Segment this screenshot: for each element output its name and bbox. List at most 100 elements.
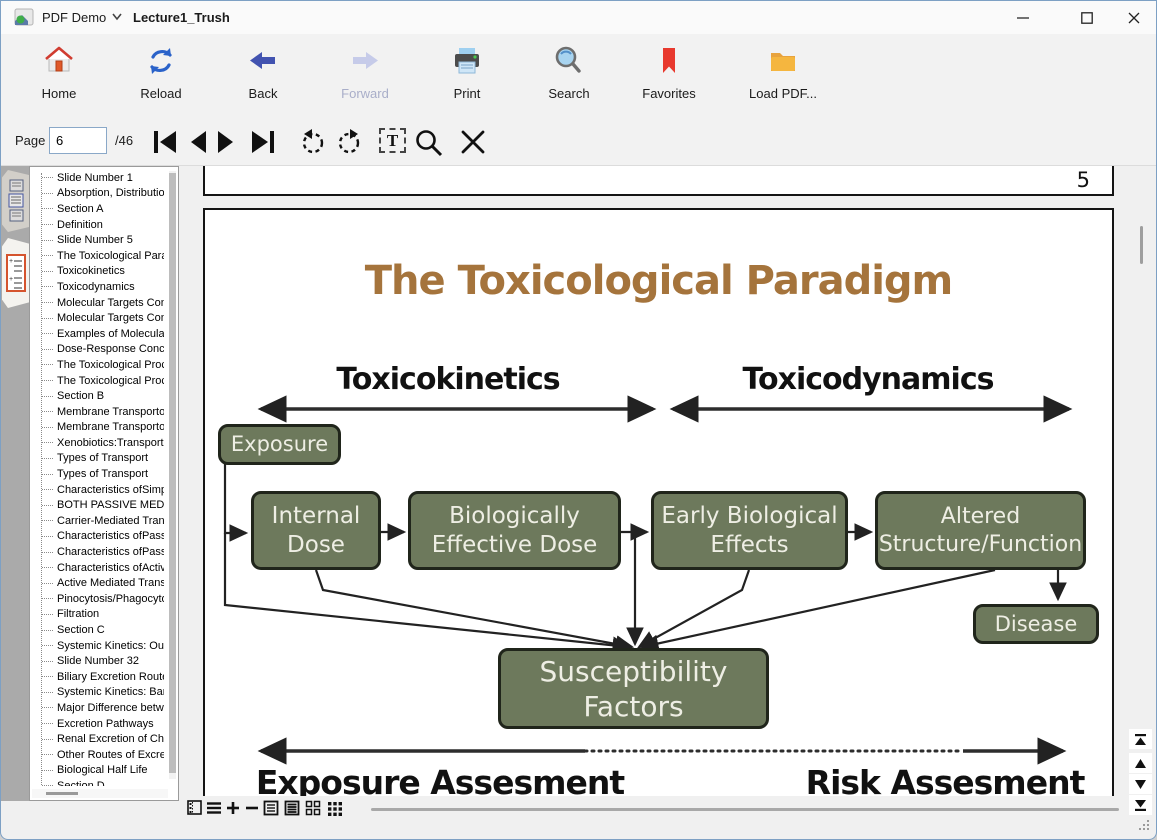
bookmark-item[interactable]: Dose-Response Conce [36,342,164,358]
scroll-up-button[interactable] [1129,753,1152,773]
last-page-button[interactable] [249,128,277,161]
bookmark-item[interactable]: Toxicodynamics [36,279,164,295]
back-button[interactable]: Back [217,42,309,110]
bookmark-item[interactable]: Definition [36,217,164,233]
resize-grip[interactable] [1137,819,1151,833]
close-document-button[interactable] [459,128,487,161]
panel-toggle-icon[interactable] [187,800,203,816]
tree-connector [42,536,53,537]
bookmark-item[interactable]: Section D [36,778,164,786]
tree-connector [42,505,53,506]
print-button[interactable]: Print [421,42,513,110]
disease-box: Disease [973,604,1099,644]
page-number-input[interactable] [49,127,107,154]
bookmark-item[interactable]: The Toxicological Proce [36,357,164,373]
bookmark-item[interactable]: Characteristics ofActiv [36,560,164,576]
bookmark-item[interactable]: Membrane Transportof [36,404,164,420]
bookmark-item[interactable]: Xenobiotics:Transport [36,435,164,451]
bookmark-item[interactable]: Major Difference betw [36,700,164,716]
bookmark-item[interactable]: Characteristics ofPassi [36,544,164,560]
tree-connector [42,427,53,428]
bookmark-item[interactable]: Systemic Kinetics: Outl [36,638,164,654]
pdf-page-6: The Toxicological Paradigm Toxicokinetic… [203,208,1114,821]
rotate-cw-button[interactable] [335,128,363,161]
thumbnail-grid-icon[interactable] [327,800,343,816]
printer-icon [421,44,513,80]
bookmark-item-label: Definition [57,219,103,231]
bookmark-item[interactable]: Biliary Excretion Route [36,669,164,685]
rotate-ccw-button[interactable] [299,128,327,161]
viewer-vertical-scrollbar[interactable] [1140,226,1143,264]
bookmark-item[interactable]: Slide Number 5 [36,232,164,248]
bookmark-item[interactable]: Renal Excretion of Che [36,731,164,747]
zoom-in-icon[interactable] [225,800,241,816]
bookmark-item[interactable]: Carrier-Mediated Trans [36,513,164,529]
bookmark-item[interactable]: Types of Transport [36,451,164,467]
bookmark-item[interactable]: The Toxicological Parad [36,248,164,264]
bookmark-item[interactable]: Section C [36,622,164,638]
tab-bookmarks[interactable]: + + [2,238,29,308]
bookmark-item[interactable]: Slide Number 32 [36,653,164,669]
zoom-out-icon[interactable] [244,800,260,816]
favorites-button[interactable]: Favorites [623,42,715,110]
bookmark-item[interactable]: Section B [36,388,164,404]
first-page-button[interactable] [151,128,179,161]
bookmark-item[interactable]: Other Routes of Excre [36,747,164,763]
bookmark-item-label: Other Routes of Excre [57,749,164,761]
bookmarks-vertical-scrollbar[interactable] [169,171,176,779]
bookmark-item[interactable]: The Toxicological Proce [36,373,164,389]
tab-thumbnails[interactable] [2,170,29,232]
fit-width-icon[interactable] [263,800,279,816]
tree-connector [42,520,53,521]
bookmark-item[interactable]: Biological Half Life [36,763,164,779]
bookmark-item-label: Active Mediated Transp [57,577,164,589]
viewer-horizontal-scrollbar[interactable] [371,808,1119,811]
altered-structure-box: Altered Structure/Function [875,491,1086,570]
bookmark-item[interactable]: Examples of Molecular [36,326,164,342]
toolbar-label: Print [421,86,513,101]
home-button[interactable]: Home [13,42,105,110]
bookmark-item[interactable]: BOTH PASSIVE MEDIAT [36,497,164,513]
bookmark-item[interactable]: Filtration [36,607,164,623]
bookmark-item[interactable]: Characteristics ofPassi [36,529,164,545]
zoom-button[interactable] [414,128,444,163]
tree-connector [42,692,53,693]
bookmark-item[interactable]: Toxicokinetics [36,264,164,280]
home-icon [13,44,105,80]
previous-page-button[interactable] [187,128,209,161]
scroll-down-button[interactable] [1129,774,1152,794]
pdf-viewer-area[interactable]: 5 The Toxicological Paradigm Toxicokinet… [179,166,1157,821]
menu-icon[interactable] [206,800,222,816]
exposure-box: Exposure [218,424,341,465]
bookmark-item[interactable]: Molecular Targets Conc [36,310,164,326]
bookmark-item[interactable]: Active Mediated Transp [36,575,164,591]
minimize-button[interactable] [1000,1,1046,34]
bookmark-item[interactable]: Systemic Kinetics: Barr [36,685,164,701]
bookmark-item[interactable]: Section A [36,201,164,217]
bookmark-item[interactable]: Molecular Targets Conc [36,295,164,311]
bookmark-item[interactable]: Pinocytosis/Phagocyto [36,591,164,607]
chevron-down-icon[interactable] [111,13,123,21]
bookmark-item[interactable]: Membrane Transportof [36,420,164,436]
bookmark-item[interactable]: Excretion Pathways [36,716,164,732]
scroll-to-bottom-button[interactable] [1129,795,1152,815]
bookmark-item[interactable]: Characteristics ofSimpl [36,482,164,498]
close-button[interactable] [1111,1,1157,34]
scroll-to-top-button[interactable] [1129,729,1152,749]
bookmark-item[interactable]: Absorption, Distribution [36,186,164,202]
bookmarks-horizontal-scrollbar[interactable] [32,789,168,798]
maximize-button[interactable] [1064,1,1110,34]
load-pdf-button[interactable]: Load PDF... [737,42,829,110]
next-page-button[interactable] [215,128,237,161]
search-button[interactable]: Search [523,42,615,110]
folder-icon [737,44,829,80]
fit-page-icon[interactable] [284,800,300,816]
two-page-grid-icon[interactable] [305,800,321,816]
bookmark-item[interactable]: Types of Transport [36,466,164,482]
reload-button[interactable]: Reload [115,42,207,110]
bookmark-item-label: Systemic Kinetics: Barr [57,686,164,698]
bookmark-item[interactable]: Slide Number 1 [36,170,164,186]
text-select-button[interactable]: T [379,128,406,153]
forward-button: Forward [319,42,411,110]
tree-connector [42,442,53,443]
